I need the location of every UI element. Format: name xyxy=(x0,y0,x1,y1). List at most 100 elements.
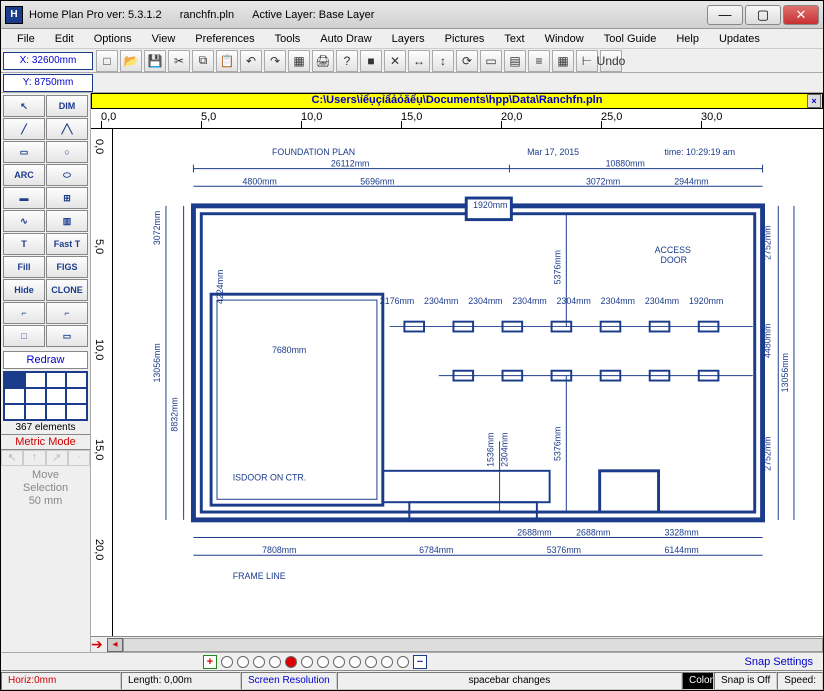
zoom-in-button[interactable]: + xyxy=(203,655,217,669)
tool-line[interactable]: ╱ xyxy=(3,118,45,140)
svg-text:4800mm: 4800mm xyxy=(243,176,277,186)
tool-hide[interactable]: Hide xyxy=(3,279,45,301)
close-button[interactable]: ✕ xyxy=(783,5,819,25)
rect-sel-button[interactable]: ▭ xyxy=(480,50,502,72)
scroll-left-button[interactable]: ◂ xyxy=(107,638,123,652)
tool-arc[interactable]: ARC xyxy=(3,164,45,186)
file-name: ranchfn.pln xyxy=(180,9,234,21)
menu-auto-draw[interactable]: Auto Draw xyxy=(310,31,381,47)
undo-button[interactable]: ↶ xyxy=(240,50,262,72)
svg-text:FRAME LINE: FRAME LINE xyxy=(233,571,286,581)
tool-polyline[interactable]: ╱╲ xyxy=(46,118,88,140)
tool-text[interactable]: T xyxy=(3,233,45,255)
status-space: spacebar changes xyxy=(337,672,682,690)
cut-button[interactable]: ✂ xyxy=(168,50,190,72)
minimize-button[interactable]: — xyxy=(707,5,743,25)
svg-text:DOOR: DOOR xyxy=(661,255,687,265)
tool-ellipse[interactable]: ⬭ xyxy=(46,164,88,186)
snap-settings-link[interactable]: Snap Settings xyxy=(735,656,824,668)
tool-circle[interactable]: ○ xyxy=(46,141,88,163)
svg-text:2304mm: 2304mm xyxy=(645,296,679,306)
tool-dim[interactable]: DIM xyxy=(46,95,88,117)
svg-text:2304mm: 2304mm xyxy=(601,296,635,306)
grid-button[interactable]: ▦ xyxy=(552,50,574,72)
status-length: Length: 0,00m xyxy=(121,672,241,690)
redo-button[interactable]: ↷ xyxy=(264,50,286,72)
svg-text:1920mm: 1920mm xyxy=(689,296,723,306)
print-button[interactable]: 🖨 xyxy=(312,50,334,72)
nudge-arrows[interactable]: ↖↑↗· xyxy=(1,450,90,466)
menu-view[interactable]: View xyxy=(142,31,186,47)
menu-layers[interactable]: Layers xyxy=(382,31,435,47)
stop-button[interactable]: ■ xyxy=(360,50,382,72)
svg-text:1536mm: 1536mm xyxy=(486,433,496,467)
tool-figs[interactable]: FIGS xyxy=(46,256,88,278)
menu-pictures[interactable]: Pictures xyxy=(435,31,495,47)
svg-text:2944mm: 2944mm xyxy=(674,176,708,186)
menu-window[interactable]: Window xyxy=(535,31,594,47)
paste-button[interactable]: 📋 xyxy=(216,50,238,72)
status-resolution[interactable]: Screen Resolution xyxy=(241,672,337,690)
status-color[interactable]: Color xyxy=(682,672,714,690)
svg-text:1920mm: 1920mm xyxy=(473,200,507,210)
menu-updates[interactable]: Updates xyxy=(709,31,770,47)
menu-tools[interactable]: Tools xyxy=(265,31,311,47)
help-button[interactable]: ? xyxy=(336,50,358,72)
horizontal-scrollbar[interactable]: ➔ ◂ xyxy=(91,636,823,652)
coord-x: X: 32600mm xyxy=(3,52,93,70)
rotate-button[interactable]: ⟳ xyxy=(456,50,478,72)
maximize-button[interactable]: ▢ xyxy=(745,5,781,25)
move-h-button[interactable]: ↔ xyxy=(408,50,430,72)
menu-text[interactable]: Text xyxy=(494,31,534,47)
svg-text:26112mm: 26112mm xyxy=(331,159,370,169)
tool-shape4[interactable]: ▭ xyxy=(46,325,88,347)
menubar: FileEditOptionsViewPreferencesToolsAuto … xyxy=(1,29,823,49)
svg-text:2304mm: 2304mm xyxy=(468,296,502,306)
app-title: Home Plan Pro ver: 5.3.1.2 xyxy=(29,9,162,21)
pathbar-close[interactable]: × xyxy=(807,94,821,108)
menu-edit[interactable]: Edit xyxy=(45,31,84,47)
svg-text:ACCESS: ACCESS xyxy=(655,245,691,255)
tool-grid3[interactable]: ⊞ xyxy=(46,187,88,209)
tool-wall[interactable]: ▬ xyxy=(3,187,45,209)
tool-arrow[interactable]: ↖ xyxy=(3,95,45,117)
coord-y: Y: 8750mm xyxy=(3,74,93,92)
menu-file[interactable]: File xyxy=(7,31,45,47)
tool-bars[interactable]: ▥ xyxy=(46,210,88,232)
status-horiz: Horiz:0mm xyxy=(1,672,121,690)
menu-tool-guide[interactable]: Tool Guide xyxy=(594,31,667,47)
redraw-button[interactable]: Redraw xyxy=(3,351,88,369)
tool-rect[interactable]: ▭ xyxy=(3,141,45,163)
open-button[interactable]: 📂 xyxy=(120,50,142,72)
tool-shape3[interactable]: □ xyxy=(3,325,45,347)
svg-text:5376mm: 5376mm xyxy=(547,545,581,555)
tool-fasttext[interactable]: Fast T xyxy=(46,233,88,255)
tool-fill[interactable]: Fill xyxy=(3,256,45,278)
copy-button[interactable]: ⧉ xyxy=(192,50,214,72)
color-palette[interactable] xyxy=(3,371,88,421)
menu-preferences[interactable]: Preferences xyxy=(185,31,264,47)
menu-options[interactable]: Options xyxy=(84,31,142,47)
tool-shape2[interactable]: ⌐ xyxy=(46,302,88,324)
dims-button[interactable]: ⊢ xyxy=(576,50,598,72)
svg-text:3328mm: 3328mm xyxy=(664,528,698,538)
statusbar: Horiz:0mm Length: 0,00m Screen Resolutio… xyxy=(1,670,823,690)
new-button[interactable]: □ xyxy=(96,50,118,72)
tool-curve[interactable]: ∿ xyxy=(3,210,45,232)
menu-help[interactable]: Help xyxy=(666,31,709,47)
bring-front-button[interactable]: ▤ xyxy=(504,50,526,72)
drawing-canvas[interactable]: FOUNDATION PLAN Mar 17, 2015 time: 10:29… xyxy=(113,129,823,636)
delete-button[interactable]: ✕ xyxy=(384,50,406,72)
preview-button[interactable]: ▦ xyxy=(288,50,310,72)
zoom-out-button[interactable]: − xyxy=(413,655,427,669)
metric-mode[interactable]: Metric Mode xyxy=(1,434,90,450)
svg-text:ISDOOR ON CTR.: ISDOOR ON CTR. xyxy=(233,473,307,483)
align-button[interactable]: ≡ xyxy=(528,50,550,72)
move-v-button[interactable]: ↕ xyxy=(432,50,454,72)
scroll-left-icon[interactable]: ➔ xyxy=(91,636,107,652)
tool-shape1[interactable]: ⌐ xyxy=(3,302,45,324)
undo2-button[interactable]: Undo xyxy=(600,50,622,72)
save-button[interactable]: 💾 xyxy=(144,50,166,72)
svg-text:2304mm: 2304mm xyxy=(512,296,546,306)
tool-clone[interactable]: CLONE xyxy=(46,279,88,301)
